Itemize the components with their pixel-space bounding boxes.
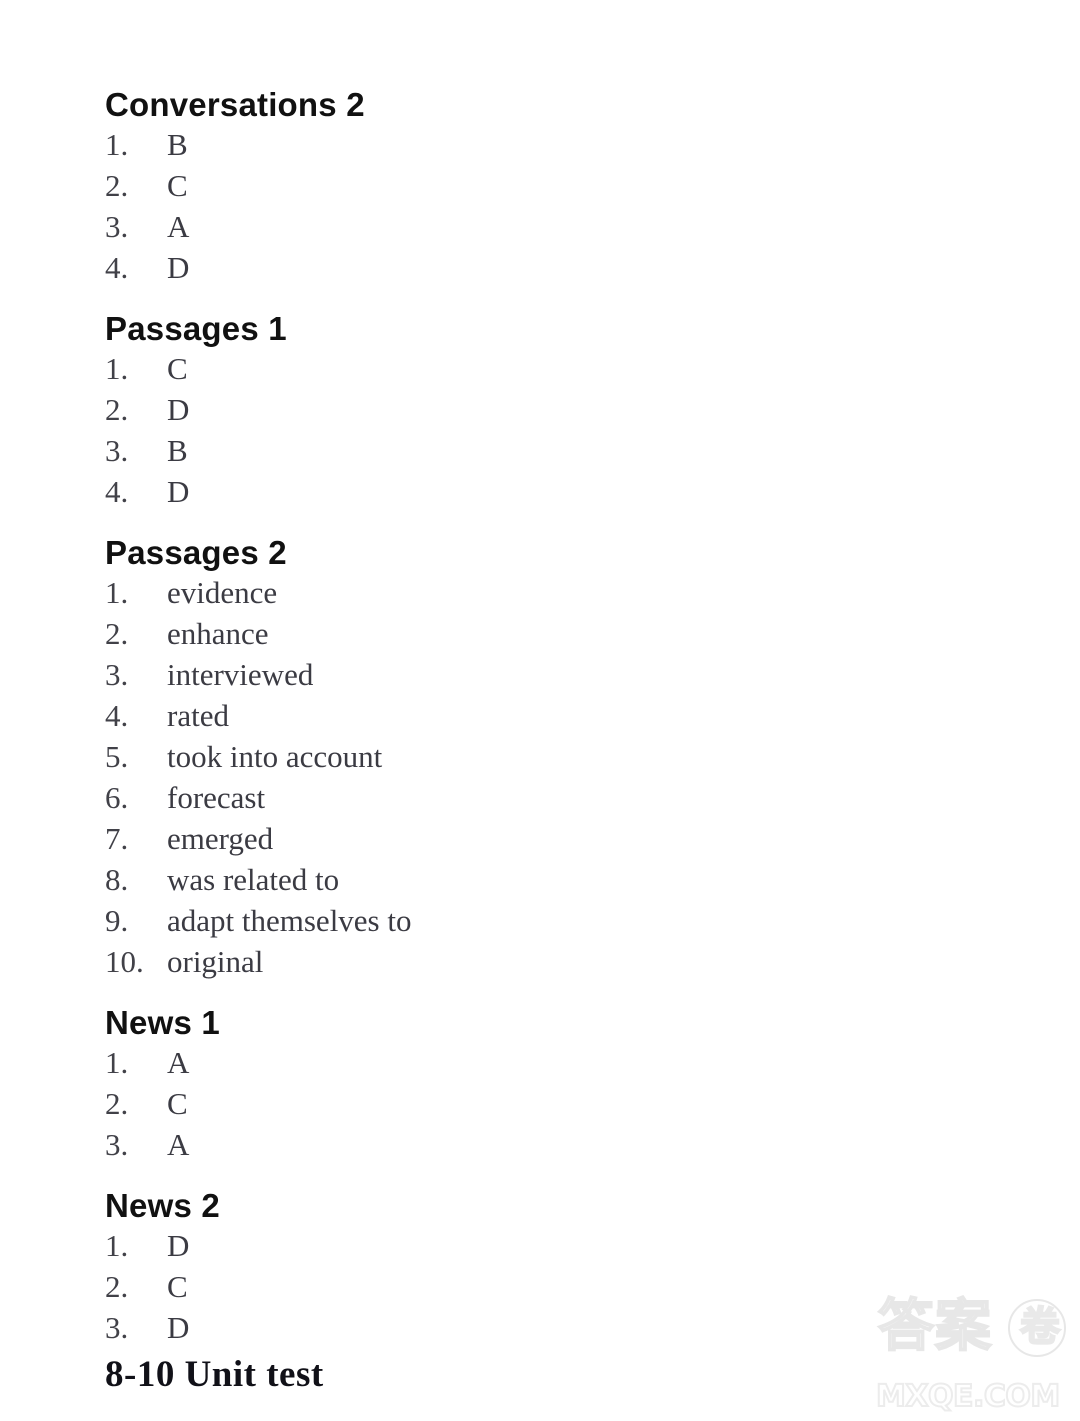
answer-number: 10. bbox=[105, 944, 144, 979]
answer-number: 8. bbox=[105, 862, 129, 897]
answer-value: D bbox=[167, 392, 190, 427]
answer-number: 2. bbox=[105, 616, 129, 651]
answer-row: 9. adapt themselves to bbox=[105, 900, 925, 941]
answer-number: 1. bbox=[105, 575, 129, 610]
answer-value: D bbox=[167, 474, 190, 509]
answer-row: 10. original bbox=[105, 941, 925, 982]
answer-section: News 1 1. A 2. C 3. A bbox=[105, 1004, 925, 1165]
answer-row: 4. D bbox=[105, 471, 925, 512]
section-heading: News 2 bbox=[105, 1187, 220, 1224]
answer-value: A bbox=[167, 1045, 190, 1080]
answer-value: B bbox=[167, 127, 188, 162]
answer-row: 2. C bbox=[105, 1266, 925, 1307]
answer-row: 1. evidence bbox=[105, 572, 925, 613]
answer-row: 3. B bbox=[105, 430, 925, 471]
answer-number: 2. bbox=[105, 392, 129, 427]
answer-number: 4. bbox=[105, 474, 129, 509]
answer-value: original bbox=[167, 944, 264, 979]
answer-row: 4. rated bbox=[105, 695, 925, 736]
section-heading: News 1 bbox=[105, 1004, 220, 1041]
answer-number: 3. bbox=[105, 1127, 129, 1162]
answer-value: D bbox=[167, 1310, 190, 1345]
answer-number: 1. bbox=[105, 127, 129, 162]
watermark-circle-outline bbox=[1008, 1299, 1066, 1357]
answer-value: C bbox=[167, 1269, 188, 1304]
answer-number: 2. bbox=[105, 1086, 129, 1121]
answer-value: A bbox=[167, 209, 190, 244]
answer-value: adapt themselves to bbox=[167, 903, 412, 938]
answer-value: C bbox=[167, 1086, 188, 1121]
answer-value: rated bbox=[167, 698, 229, 733]
answer-number: 3. bbox=[105, 1310, 129, 1345]
answer-value: D bbox=[167, 250, 190, 285]
answer-list: 1. B 2. C 3. A 4. D bbox=[105, 124, 925, 288]
answer-row: 4. D bbox=[105, 247, 925, 288]
answer-value: emerged bbox=[167, 821, 274, 856]
answer-value: A bbox=[167, 1127, 190, 1162]
answer-section: Conversations 2 1. B 2. C 3. A 4. D bbox=[105, 86, 925, 288]
answer-section: Passages 2 1. evidence 2. enhance 3. interview… bbox=[105, 534, 925, 982]
section-heading: Passages 1 bbox=[105, 310, 287, 347]
answer-number: 1. bbox=[105, 1045, 129, 1080]
answer-row: 2. C bbox=[105, 165, 925, 206]
answer-section: News 2 1. D 2. C 3. D bbox=[105, 1187, 925, 1348]
answer-row: 3. D bbox=[105, 1307, 925, 1348]
answer-row: 1. B bbox=[105, 124, 925, 165]
answer-value: forecast bbox=[167, 780, 266, 815]
answer-value: enhance bbox=[167, 616, 269, 651]
answer-value: C bbox=[167, 168, 188, 203]
answer-row: 6. forecast bbox=[105, 777, 925, 818]
answer-row: 2. enhance bbox=[105, 613, 925, 654]
answer-row: 2. D bbox=[105, 389, 925, 430]
answer-row: 8. was related to bbox=[105, 859, 925, 900]
answer-number: 9. bbox=[105, 903, 129, 938]
answer-row: 2. C bbox=[105, 1083, 925, 1124]
answer-row: 1. C bbox=[105, 348, 925, 389]
section-heading: Conversations 2 bbox=[105, 86, 365, 123]
answer-number: 3. bbox=[105, 433, 129, 468]
watermark-circle-char: 卷 bbox=[1019, 1304, 1061, 1350]
answer-list: 1. C 2. D 3. B 4. D bbox=[105, 348, 925, 512]
answer-number: 1. bbox=[105, 1228, 129, 1263]
answer-value: D bbox=[167, 1228, 190, 1263]
answer-number: 5. bbox=[105, 739, 129, 774]
answer-value: took into account bbox=[167, 739, 383, 774]
answer-number: 7. bbox=[105, 821, 129, 856]
unit-test-title: 8-10 Unit test bbox=[105, 1354, 324, 1395]
answer-row: 7. emerged bbox=[105, 818, 925, 859]
answer-row: 3. A bbox=[105, 1124, 925, 1165]
answer-row: 1. A bbox=[105, 1042, 925, 1083]
answer-value: evidence bbox=[167, 575, 278, 610]
answer-key-content: Conversations 2 1. B 2. C 3. A 4. D Passages 1 1. C… bbox=[105, 86, 925, 1398]
answer-row: 5. took into account bbox=[105, 736, 925, 777]
answer-number: 3. bbox=[105, 209, 129, 244]
answer-value: was related to bbox=[167, 862, 340, 897]
answer-value: interviewed bbox=[167, 657, 314, 692]
answer-row: 1. D bbox=[105, 1225, 925, 1266]
answer-list: 1. D 2. C 3. D bbox=[105, 1225, 925, 1348]
answer-list: 1. A 2. C 3. A bbox=[105, 1042, 925, 1165]
answer-list: 1. evidence 2. enhance 3. interviewed 4. rated 5… bbox=[105, 572, 925, 982]
section-heading: Passages 2 bbox=[105, 534, 287, 571]
answer-number: 4. bbox=[105, 250, 129, 285]
document-page: Conversations 2 1. B 2. C 3. A 4. D Passages 1 1. C… bbox=[0, 0, 1080, 1421]
answer-number: 2. bbox=[105, 168, 129, 203]
answer-section: Passages 1 1. C 2. D 3. B 4. D bbox=[105, 310, 925, 512]
answer-number: 4. bbox=[105, 698, 129, 733]
answer-number: 1. bbox=[105, 351, 129, 386]
answer-value: C bbox=[167, 351, 188, 386]
answer-number: 3. bbox=[105, 657, 129, 692]
answer-number: 2. bbox=[105, 1269, 129, 1304]
answer-number: 6. bbox=[105, 780, 129, 815]
answer-row: 3. interviewed bbox=[105, 654, 925, 695]
answer-row: 3. A bbox=[105, 206, 925, 247]
answer-value: B bbox=[167, 433, 188, 468]
